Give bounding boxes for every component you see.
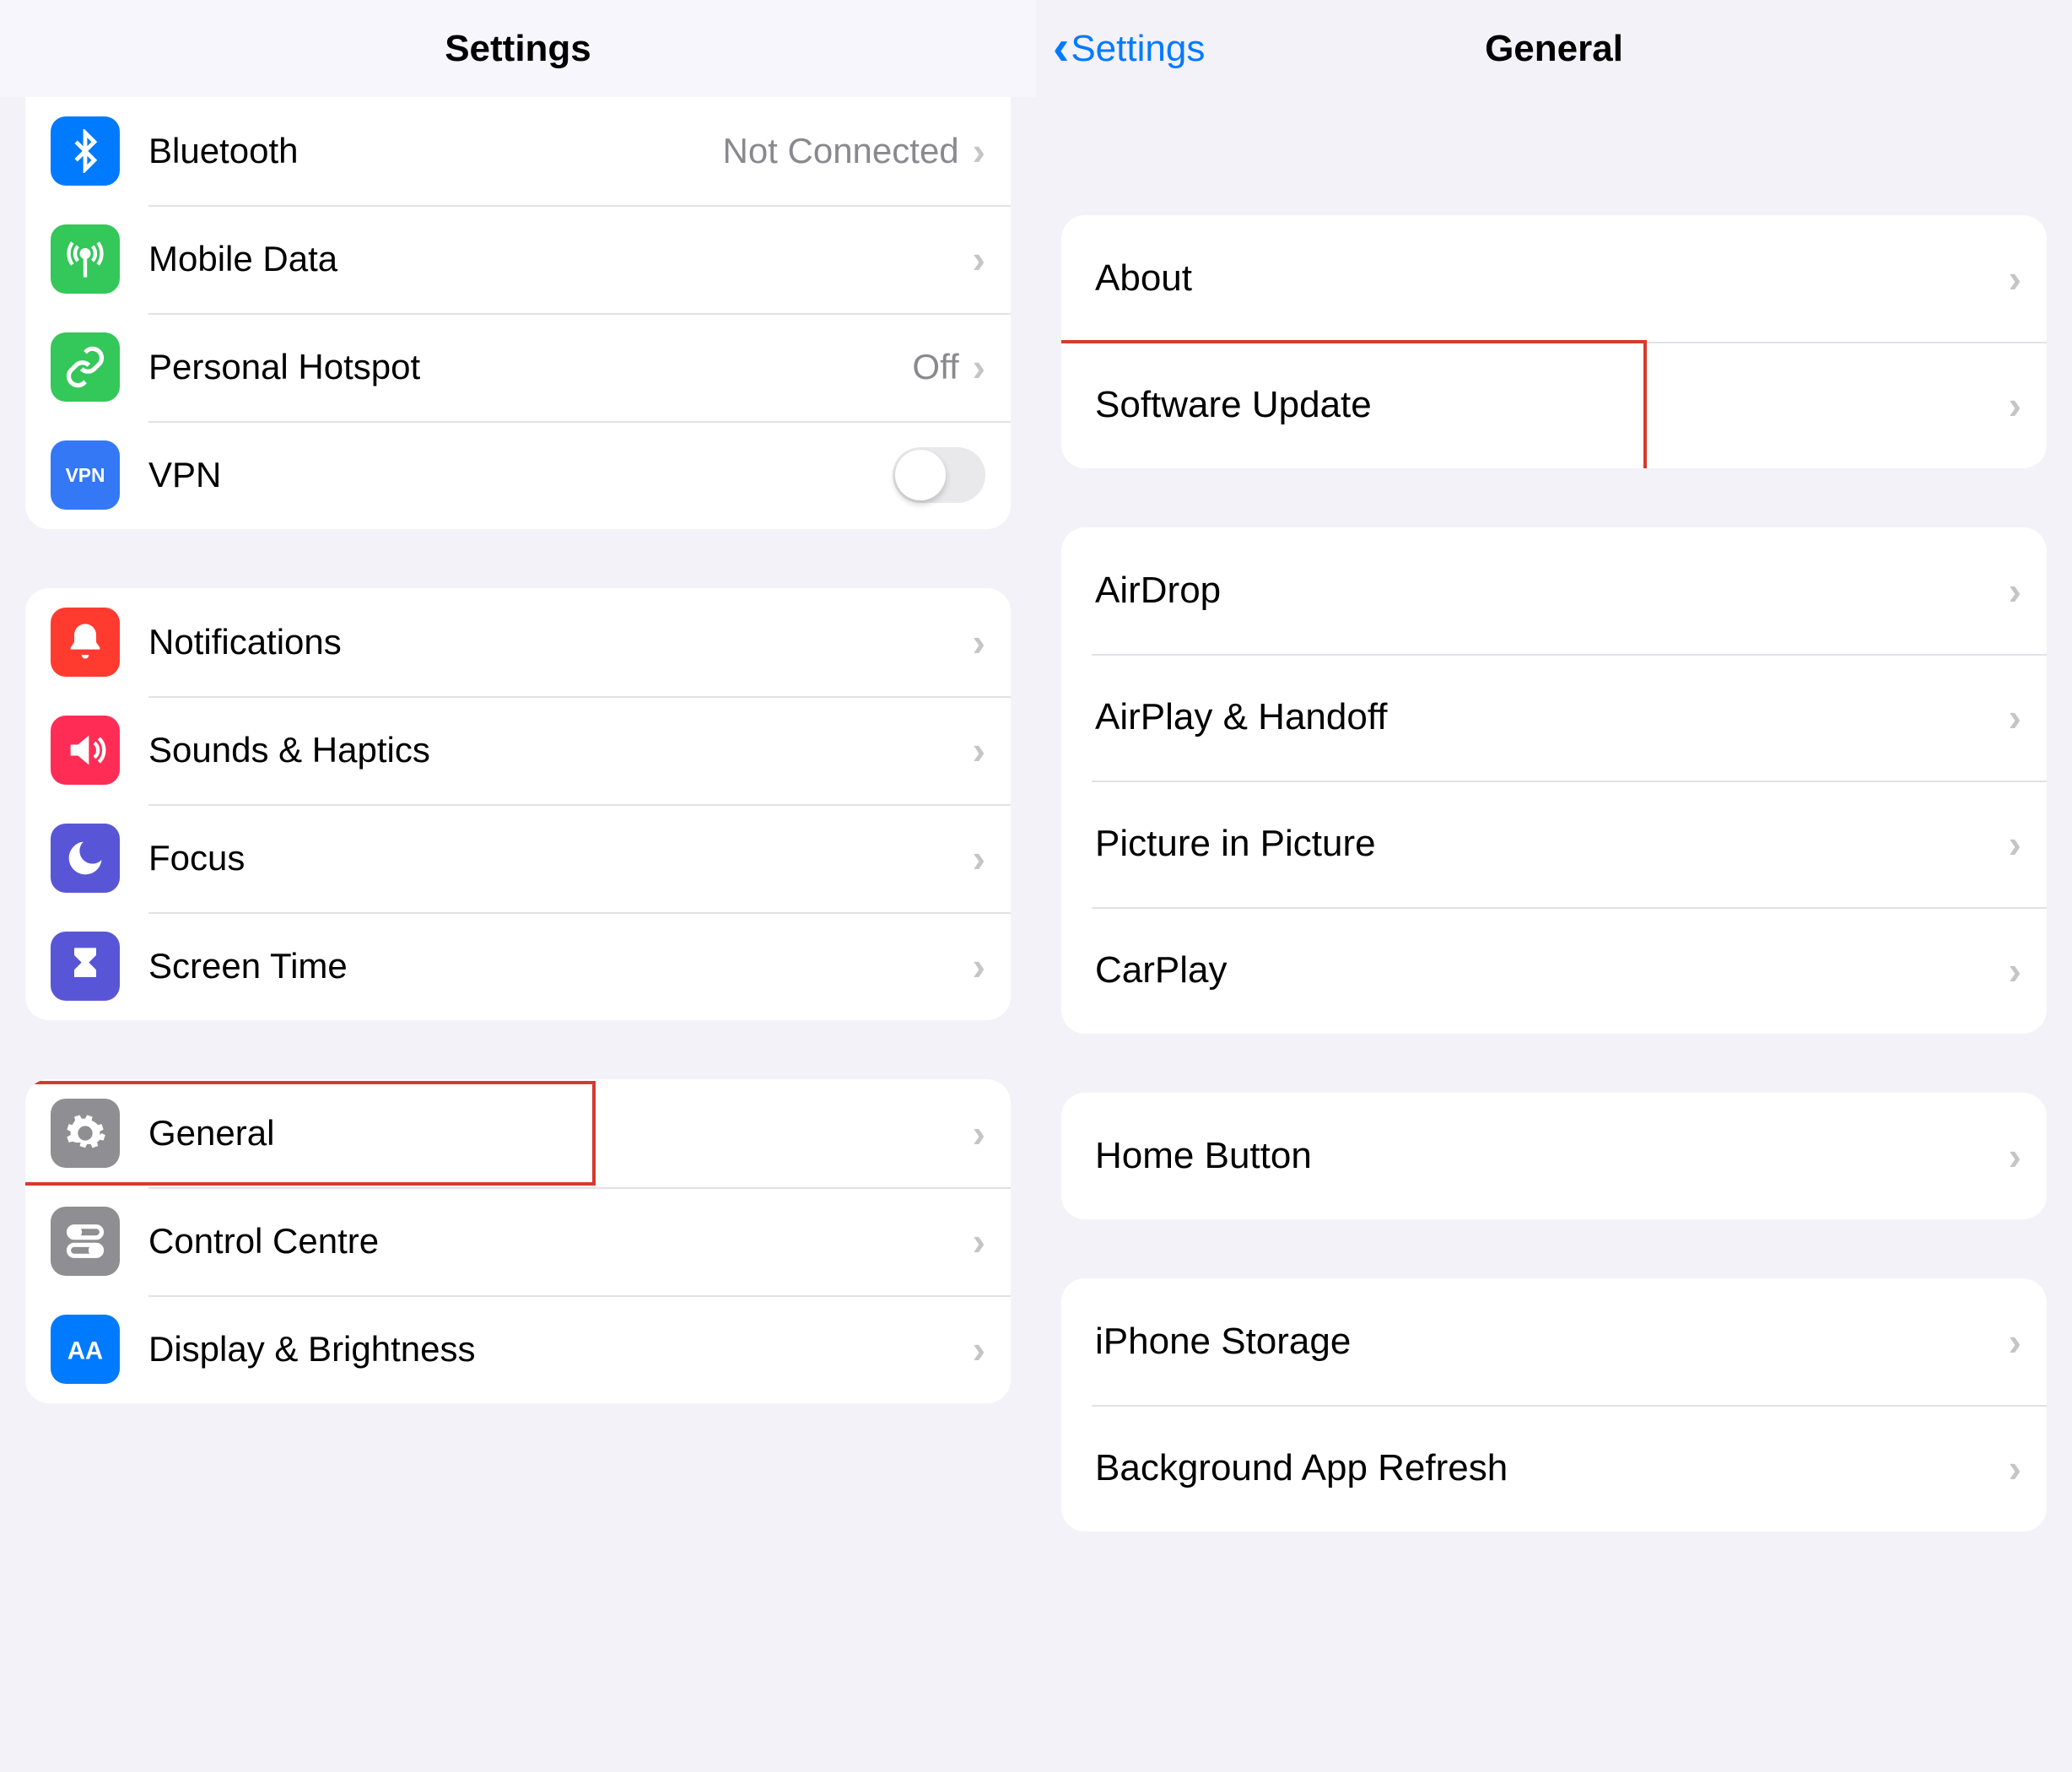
general-row-airplay[interactable]: AirPlay & Handoff› [1061, 654, 2047, 781]
settings-screen: Settings BluetoothNot Connected›Mobile D… [0, 0, 1036, 1772]
row-label: Mobile Data [148, 239, 968, 279]
chevron-right-icon: › [2009, 571, 2021, 610]
general-row-about[interactable]: About› [1061, 215, 2047, 342]
row-label: AirDrop [1095, 570, 2004, 612]
row-label: Sounds & Haptics [148, 730, 968, 770]
general-group-storage: iPhone Storage›Background App Refresh› [1061, 1278, 2047, 1532]
hourglass-icon [51, 932, 120, 1001]
svg-text:VPN: VPN [66, 464, 105, 486]
chevron-right-icon: › [2009, 824, 2021, 863]
general-screen: ‹ Settings General About›Software Update… [1036, 0, 2072, 1772]
row-label: VPN [148, 455, 893, 495]
navbar: ‹ Settings General [1036, 0, 2072, 97]
row-label: Personal Hotspot [148, 347, 912, 387]
toggles-icon [51, 1207, 120, 1276]
chevron-right-icon: › [973, 348, 985, 386]
settings-row-bluetooth[interactable]: BluetoothNot Connected › [25, 97, 1011, 205]
settings-row-mobile-data[interactable]: Mobile Data› [25, 205, 1011, 313]
general-group-sharing: AirDrop›AirPlay & Handoff›Picture in Pic… [1061, 527, 2047, 1034]
general-row-pip[interactable]: Picture in Picture› [1061, 781, 2047, 907]
back-button[interactable]: ‹ Settings [1036, 28, 1205, 70]
chevron-right-icon: › [2009, 1322, 2021, 1361]
general-content: About›Software Update› AirDrop›AirPlay &… [1036, 97, 2072, 1772]
general-group-about: About›Software Update› [1061, 215, 2047, 468]
general-group-home: Home Button› [1061, 1093, 2047, 1219]
vpn-icon: VPN [51, 440, 120, 510]
general-row-background-refresh[interactable]: Background App Refresh› [1061, 1405, 2047, 1532]
settings-row-display[interactable]: AA Display & Brightness› [25, 1295, 1011, 1403]
chevron-right-icon: › [973, 1114, 985, 1153]
chevron-right-icon: › [973, 1222, 985, 1261]
settings-row-vpn[interactable]: VPN VPN [25, 421, 1011, 529]
chevron-right-icon: › [2009, 1449, 2021, 1488]
row-label: Control Centre [148, 1221, 968, 1261]
settings-group-general: General›Control Centre›AADisplay & Brigh… [25, 1079, 1011, 1403]
bluetooth-icon [51, 116, 120, 186]
chevron-right-icon: › [2009, 951, 2021, 990]
row-label: Background App Refresh [1095, 1447, 2004, 1489]
chevron-right-icon: › [2009, 259, 2021, 298]
settings-row-notifications[interactable]: Notifications› [25, 588, 1011, 696]
settings-group-sounds: Notifications›Sounds & Haptics›Focus›Scr… [25, 588, 1011, 1020]
chevron-right-icon: › [973, 731, 985, 770]
settings-row-general[interactable]: General› [25, 1079, 1011, 1187]
chevron-right-icon: › [973, 240, 985, 278]
chevron-right-icon: › [2009, 386, 2021, 424]
general-row-iphone-storage[interactable]: iPhone Storage› [1061, 1278, 2047, 1405]
chevron-right-icon: › [973, 623, 985, 662]
general-row-software-update[interactable]: Software Update› [1061, 342, 2047, 468]
settings-row-control-centre[interactable]: Control Centre› [25, 1187, 1011, 1295]
svg-text:AA: AA [67, 1337, 103, 1364]
row-value: Not Connected [722, 131, 958, 171]
row-label: CarPlay [1095, 949, 2004, 991]
navbar: Settings [0, 0, 1036, 97]
chevron-right-icon: › [973, 947, 985, 986]
row-label: Picture in Picture [1095, 823, 2004, 865]
row-label: Notifications [148, 622, 968, 662]
row-label: About [1095, 257, 2004, 300]
settings-group-connectivity: BluetoothNot Connected›Mobile Data›Perso… [25, 97, 1011, 529]
row-value: Off [912, 347, 958, 387]
settings-row-focus[interactable]: Focus› [25, 804, 1011, 912]
general-row-home-button[interactable]: Home Button› [1061, 1093, 2047, 1219]
gear-icon [51, 1099, 120, 1168]
antenna-icon [51, 224, 120, 294]
row-label: Display & Brightness [148, 1329, 968, 1370]
row-label: iPhone Storage [1095, 1321, 2004, 1363]
chevron-right-icon: › [973, 1330, 985, 1369]
chevron-right-icon: › [2009, 698, 2021, 737]
moon-icon [51, 824, 120, 893]
general-row-carplay[interactable]: CarPlay› [1061, 907, 2047, 1034]
vpn-toggle[interactable] [893, 447, 985, 503]
row-label: Focus [148, 838, 968, 878]
row-label: General [148, 1113, 968, 1153]
row-label: AirPlay & Handoff [1095, 696, 2004, 738]
row-label: Software Update [1095, 384, 2004, 426]
row-label: Screen Time [148, 946, 968, 986]
chevron-left-icon: ‹ [1053, 29, 1069, 68]
bell-icon [51, 608, 120, 677]
page-title: Settings [0, 28, 1036, 70]
back-label: Settings [1071, 28, 1205, 70]
general-row-airdrop[interactable]: AirDrop› [1061, 527, 2047, 654]
settings-row-personal-hotspot[interactable]: Personal HotspotOff › [25, 313, 1011, 421]
speaker-icon [51, 716, 120, 785]
chevron-right-icon: › [973, 132, 985, 170]
aa-icon: AA [51, 1315, 120, 1384]
row-label: Bluetooth [148, 131, 722, 171]
link-icon [51, 332, 120, 402]
chevron-right-icon: › [973, 839, 985, 878]
chevron-right-icon: › [2009, 1137, 2021, 1175]
settings-row-screen-time[interactable]: Screen Time› [25, 912, 1011, 1020]
settings-content: BluetoothNot Connected›Mobile Data›Perso… [0, 97, 1036, 1772]
row-label: Home Button [1095, 1135, 2004, 1177]
settings-row-sounds[interactable]: Sounds & Haptics› [25, 696, 1011, 804]
